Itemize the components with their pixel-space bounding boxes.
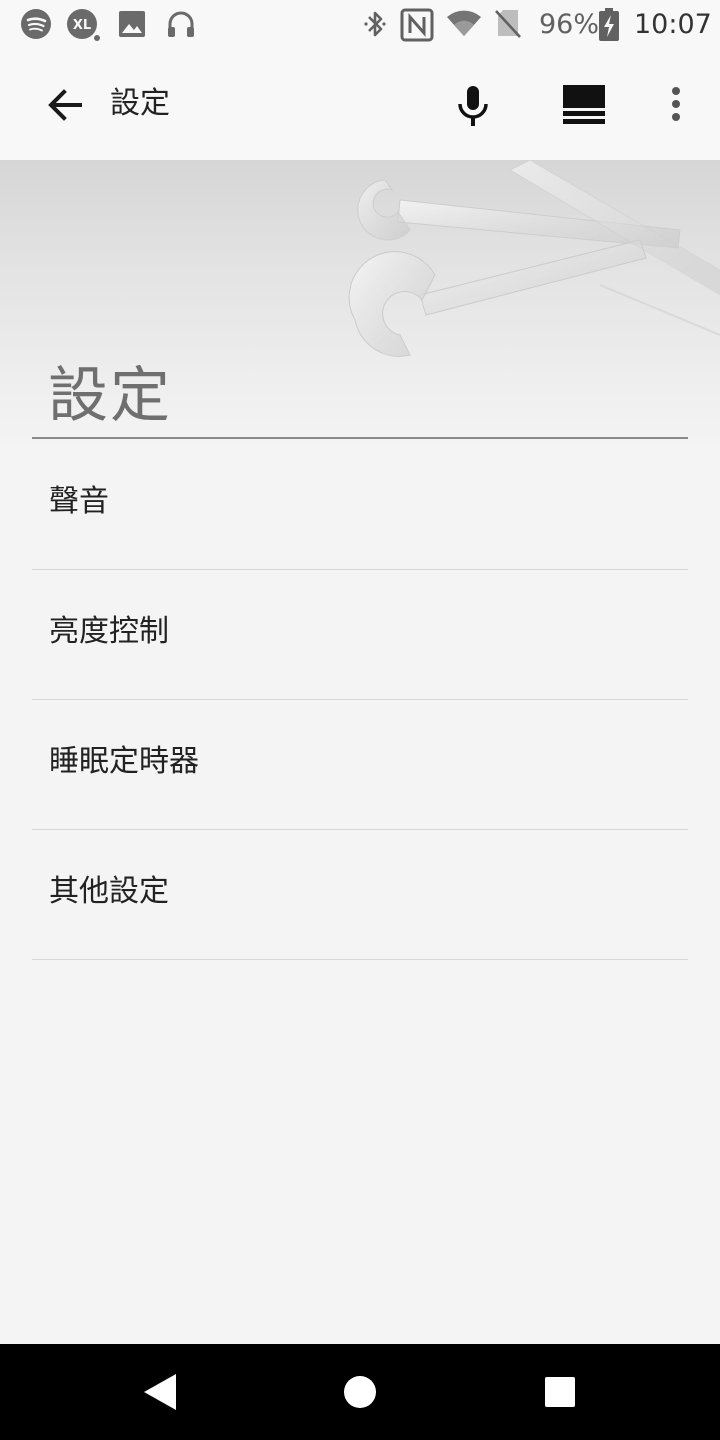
xl-app-icon: XL <box>66 8 102 46</box>
bluetooth-icon <box>362 8 388 44</box>
back-button[interactable] <box>44 84 86 126</box>
menu-item-label: 其他設定 <box>49 874 169 909</box>
no-sim-icon <box>494 8 522 44</box>
app-bar-title: 設定 <box>110 86 170 121</box>
nav-recents-icon <box>545 1377 575 1407</box>
svg-text:XL: XL <box>73 18 91 33</box>
list-view-icon <box>563 85 605 124</box>
battery-charging-icon <box>598 8 620 46</box>
header-divider <box>32 437 688 439</box>
view-toggle-button[interactable] <box>563 85 605 125</box>
menu-item-other-settings[interactable]: 其他設定 <box>32 830 688 960</box>
section-title: 設定 <box>48 361 172 431</box>
spotify-icon <box>20 8 52 44</box>
header-banner: 設定 <box>0 160 720 450</box>
nav-back-button[interactable] <box>142 1372 178 1412</box>
app-bar: 設定 <box>0 50 720 160</box>
clock: 10:07 <box>634 9 712 40</box>
more-vert-icon <box>672 87 680 121</box>
settings-menu-list: 聲音 亮度控制 睡眠定時器 其他設定 <box>0 440 720 960</box>
nav-back-icon <box>144 1374 176 1410</box>
navigation-bar <box>0 1344 720 1440</box>
image-icon <box>118 10 146 42</box>
nfc-icon <box>400 8 434 46</box>
menu-item-label: 亮度控制 <box>49 614 169 649</box>
voice-search-button[interactable] <box>456 84 490 128</box>
menu-item-label: 睡眠定時器 <box>49 744 199 779</box>
arrow-back-icon <box>48 89 82 121</box>
menu-item-sound[interactable]: 聲音 <box>32 440 688 570</box>
status-bar: XL 96% 10:07 <box>0 0 720 50</box>
menu-item-brightness[interactable]: 亮度控制 <box>32 570 688 700</box>
nav-recents-button[interactable] <box>545 1377 575 1407</box>
menu-item-sleep-timer[interactable]: 睡眠定時器 <box>32 700 688 830</box>
nav-home-button[interactable] <box>343 1375 377 1409</box>
wrenches-icon <box>340 160 720 394</box>
microphone-icon <box>458 86 488 126</box>
wifi-icon <box>446 8 482 44</box>
headphones-icon <box>166 8 196 44</box>
battery-percent: 96% <box>539 9 600 40</box>
menu-item-label: 聲音 <box>49 484 109 519</box>
screen: XL 96% 10:07 設定 設定 聲音 亮度控制 睡眠定時器 其他設定 <box>0 0 720 1440</box>
more-options-button[interactable] <box>668 86 684 124</box>
nav-home-icon <box>344 1376 376 1408</box>
